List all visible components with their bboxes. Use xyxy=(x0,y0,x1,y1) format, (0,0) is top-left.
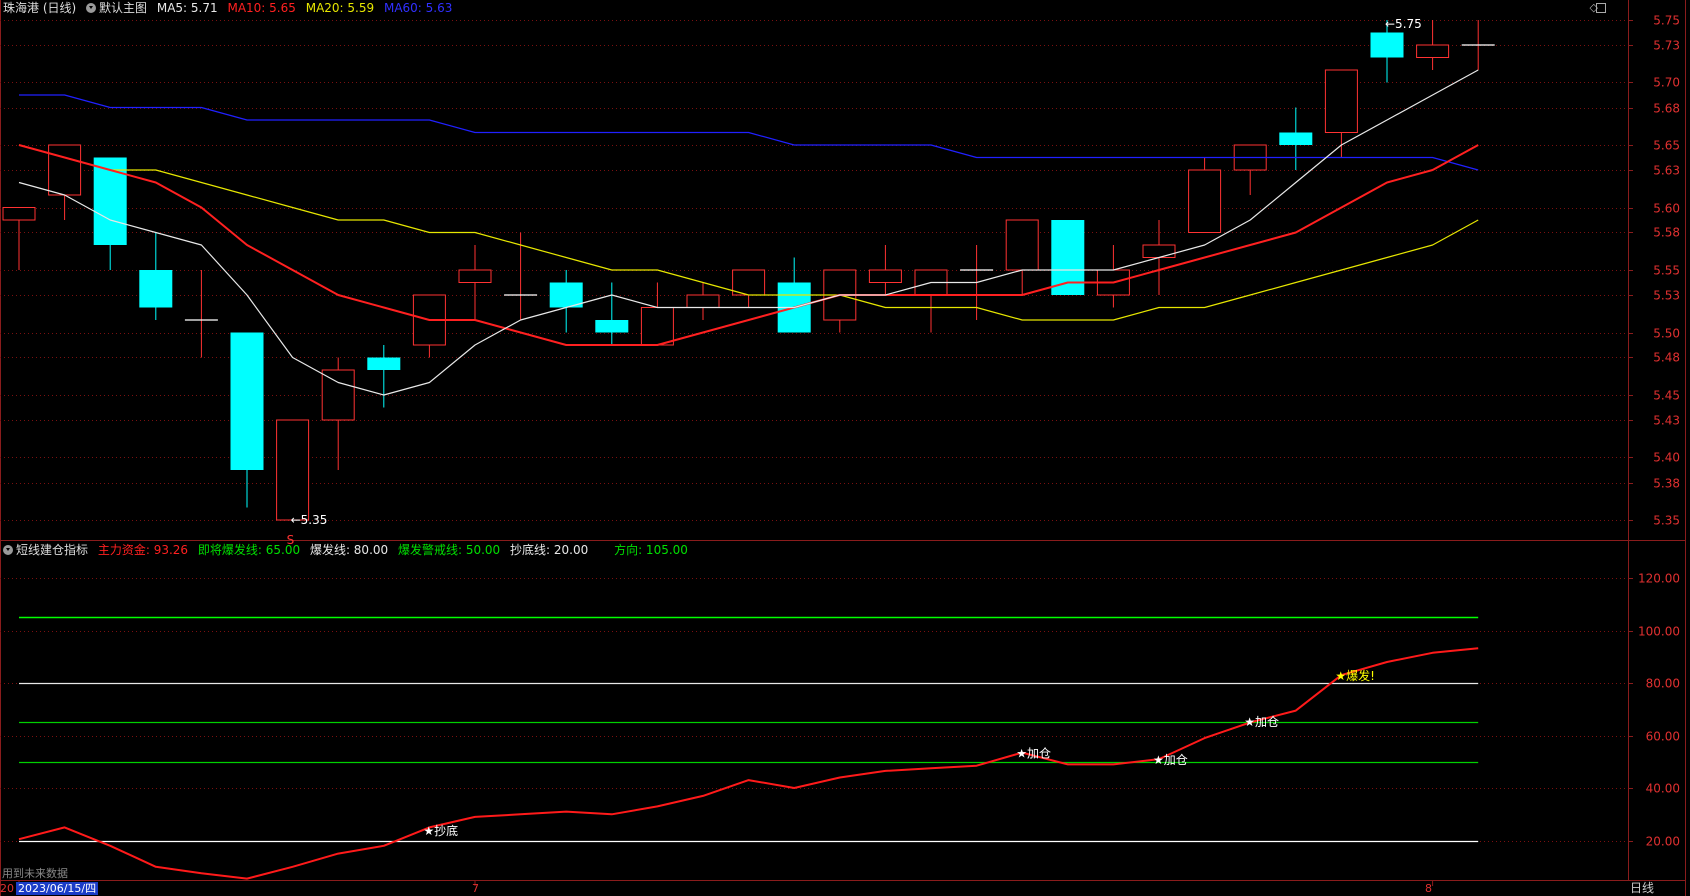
candle-down xyxy=(367,357,401,370)
price-tick-label: 5.35 xyxy=(1653,514,1680,528)
candle-down xyxy=(1051,220,1085,295)
price-tick-label: 5.45 xyxy=(1653,389,1680,403)
price-tick-label: 5.68 xyxy=(1653,102,1680,116)
candle-up xyxy=(868,269,902,283)
month-label-7: 7 xyxy=(472,882,479,895)
candle-up xyxy=(1416,44,1450,58)
price-tick-label: 5.65 xyxy=(1653,139,1680,153)
candle-up xyxy=(276,419,310,521)
candle-up xyxy=(1142,244,1176,258)
candle-up xyxy=(732,269,766,296)
price-tick-label: 5.55 xyxy=(1653,264,1680,278)
candle-up xyxy=(321,369,355,421)
price-tick-label: 5.43 xyxy=(1653,414,1680,428)
month-label-8: 8 xyxy=(1425,882,1432,895)
indicator-tick-label: 60.00 xyxy=(1646,730,1680,744)
price-tick-label: 5.48 xyxy=(1653,351,1680,365)
candle-up xyxy=(1005,219,1039,271)
indicator-tick-label: 120.00 xyxy=(1638,572,1680,586)
price-tick-label: 5.40 xyxy=(1653,451,1680,465)
candle-up xyxy=(1188,169,1222,233)
signal-label: ★加仓 xyxy=(1016,747,1051,761)
period-label[interactable]: 日线 xyxy=(1630,881,1654,896)
price-tick-label: 5.58 xyxy=(1653,226,1680,240)
price-tick-label: 5.53 xyxy=(1653,289,1680,303)
chart-canvas[interactable]: 5.75 5.73 5.70 5.68 5.65 5.63 5.60 5.58 5.55 5.53… xyxy=(0,0,1690,896)
candle-down xyxy=(230,332,264,470)
future-data-note: 用到未来数据 xyxy=(2,867,68,880)
candle-down xyxy=(1370,32,1404,58)
candle-down xyxy=(1279,132,1313,145)
cursor-date: 2023/06/15/四 xyxy=(16,882,99,895)
price-tick-label: 5.60 xyxy=(1653,202,1680,216)
candle-up xyxy=(686,294,720,308)
price-annotation: ←5.75 xyxy=(1385,17,1422,31)
price-tick-label: 5.63 xyxy=(1653,164,1680,178)
signal-label: ★加仓 xyxy=(1153,753,1188,767)
indicator-tick-label: 40.00 xyxy=(1646,782,1680,796)
date-bar: 20 2023/06/15/四 xyxy=(0,881,99,896)
price-tick-label: 5.75 xyxy=(1653,14,1680,28)
price-annotation: ←5.35 xyxy=(291,513,328,527)
signal-label: ★抄底 xyxy=(423,823,458,838)
candle-up xyxy=(48,144,82,196)
date-prefix: 20 xyxy=(0,882,14,895)
price-annotation: S xyxy=(287,533,295,547)
price-tick-label: 5.73 xyxy=(1653,39,1680,53)
price-tick-label: 5.50 xyxy=(1653,327,1680,341)
candle-up xyxy=(640,307,674,346)
candle-up xyxy=(2,207,36,221)
candle-up xyxy=(1324,69,1358,133)
signal-label: ★爆发! xyxy=(1335,668,1375,683)
candle-down xyxy=(139,270,173,308)
main-funds-line xyxy=(18,647,1479,880)
indicator-tick-label: 100.00 xyxy=(1638,625,1680,639)
price-tick-label: 5.38 xyxy=(1653,477,1680,491)
price-tick-label: 5.70 xyxy=(1653,76,1680,90)
candle-down xyxy=(595,320,629,333)
signal-label: ★加仓 xyxy=(1244,715,1279,729)
indicator-tick-label: 80.00 xyxy=(1646,677,1680,691)
candle-up xyxy=(458,269,492,283)
ma10-line xyxy=(18,144,1479,346)
indicator-tick-label: 20.00 xyxy=(1646,835,1680,849)
